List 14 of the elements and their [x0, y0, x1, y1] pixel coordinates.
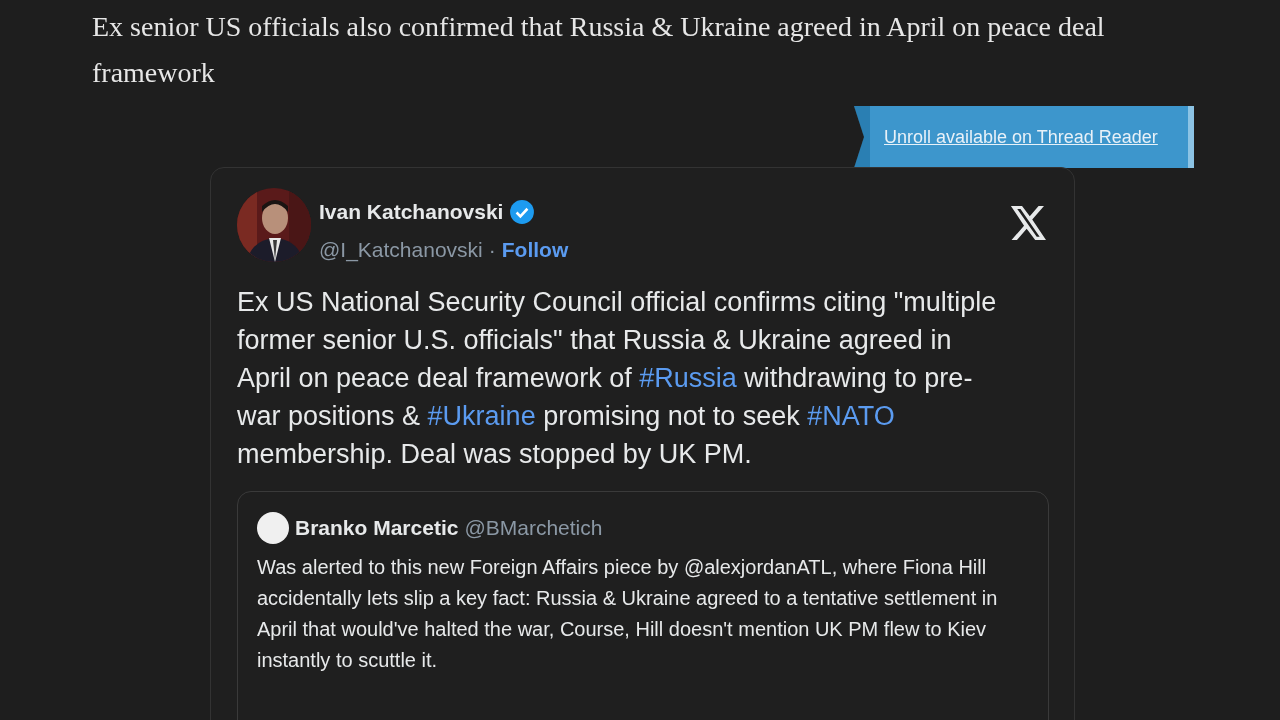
- logo-icon[interactable]: [1010, 206, 1048, 240]
- author-handle[interactable]: @I_Katchanovski: [319, 233, 483, 265]
- quoted-tweet-text: Was alerted to this new Foreign Affairs piece by @alexjordanATL, where Fiona Hill accidentally lets slip a key fact: Russia & Ukraine agreed to a tentative settlement in April that would've halted the war, Course, Hill doesn't mention UK PM flew to Kiev instantly to scuttle it.: [257, 555, 999, 673]
- tweet-text: Ex US National Security Council official confirms citing "multiple former senior U.S. officials" that Russia & Ukraine agreed in April on peace deal framework of #Russia withdrawing to pre-war positions & #Ukraine promising not to seek #NATO membership. Deal was stopped by UK PM.: [237, 286, 998, 471]
- hashtag-link[interactable]: #Ukraine: [427, 401, 536, 431]
- author-name[interactable]: Branko Marcetic: [295, 512, 459, 544]
- avatar-icon: [257, 512, 289, 544]
- article-paragraph: Ex senior US officials also confirmed that Russia & Ukraine agreed in April on peace deal framework: [92, 10, 1106, 90]
- author-handle[interactable]: @BMarchetich: [464, 512, 603, 544]
- hashtag-link[interactable]: #Russia: [639, 363, 737, 393]
- separator: ·: [488, 236, 496, 263]
- author-name[interactable]: Ivan Katchanovski: [319, 196, 504, 228]
- hashtag-link[interactable]: #NATO: [807, 401, 895, 431]
- follow-link[interactable]: Follow: [501, 233, 569, 265]
